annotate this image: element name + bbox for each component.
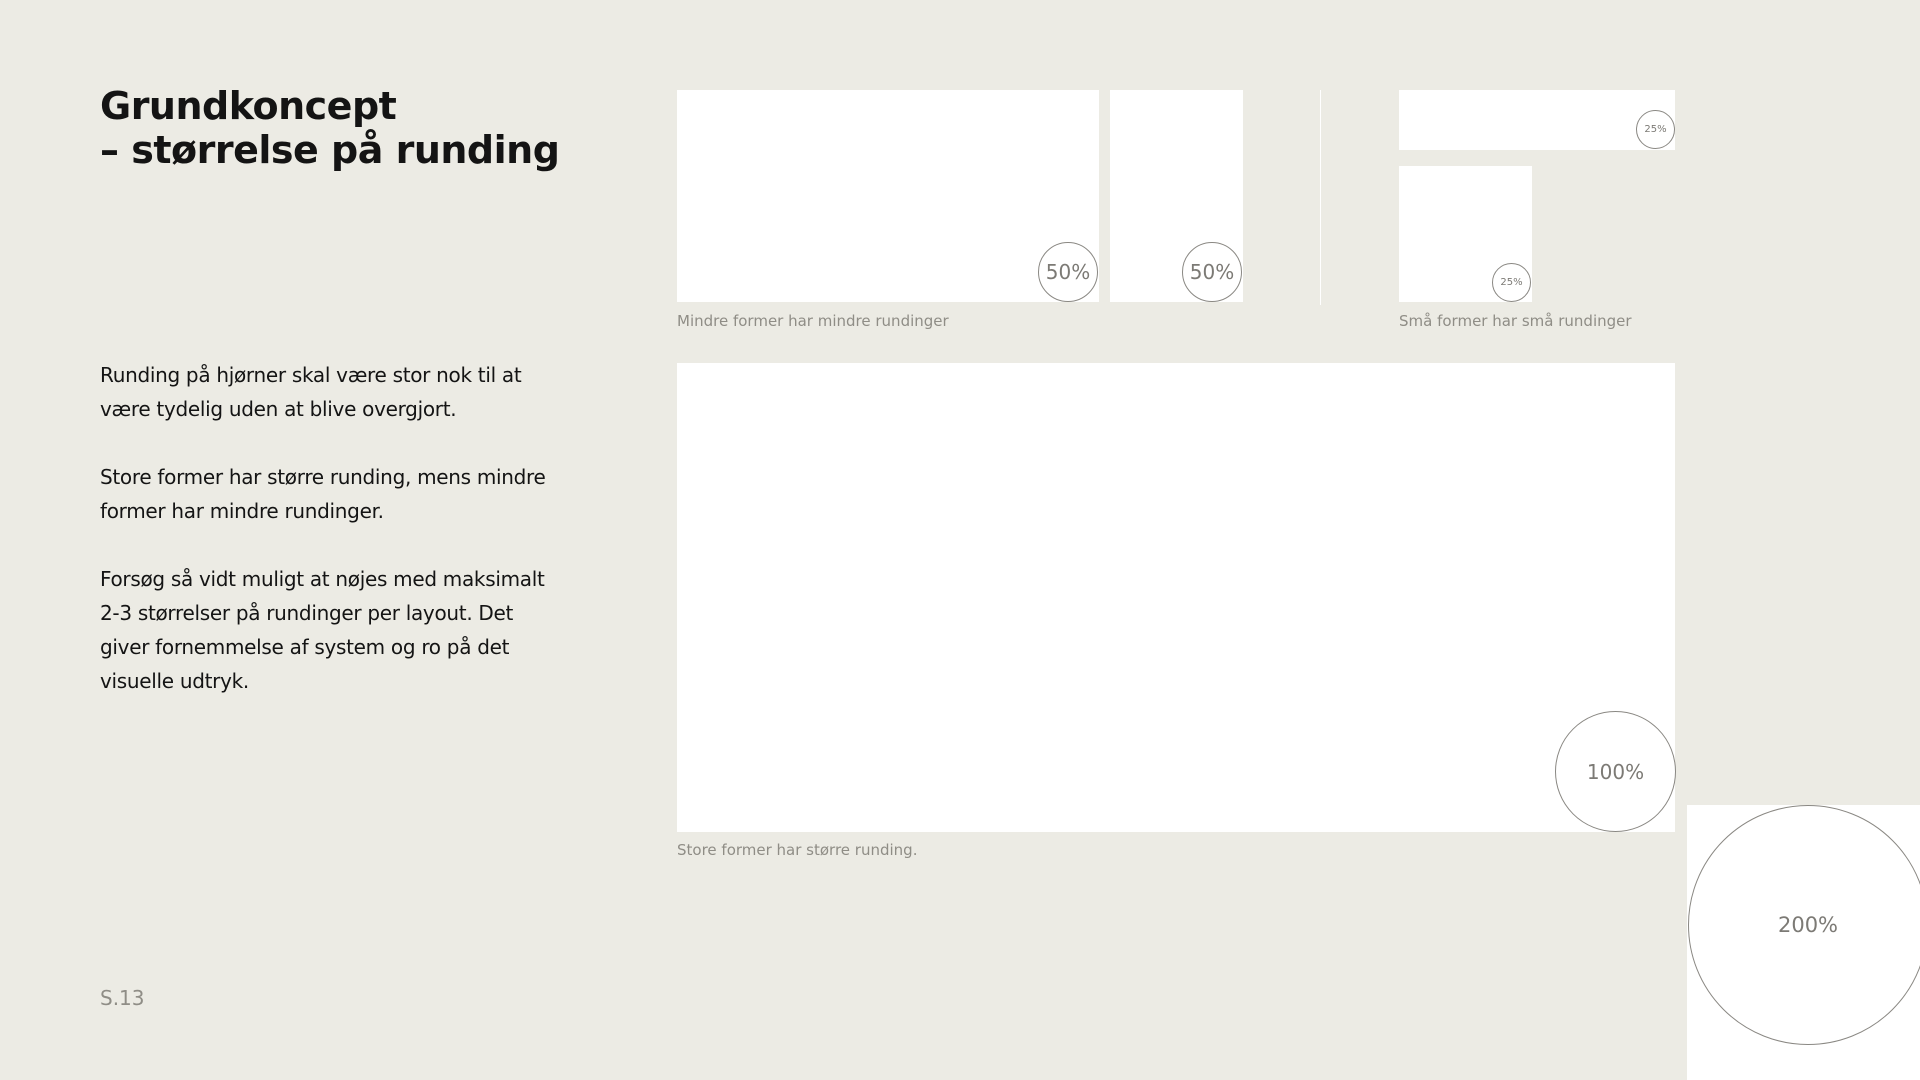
medium-wide-radius-marker: 50% [1038,242,1098,302]
medium-wide-card [677,90,1099,302]
large-caption: Store former har større runding. [677,841,918,859]
medium-narrow-radius-marker: 50% [1182,242,1242,302]
medium-caption: Mindre former har mindre rundinger [677,312,949,330]
medium-wide-radius-label: 50% [1045,260,1091,284]
page-title-line-1: Grundkoncept [100,84,397,128]
body-text: Runding på hjørner skal være stor nok ti… [100,358,560,732]
corner-radius-label: 200% [1777,913,1839,937]
small-wide-radius-label: 25% [1644,124,1667,135]
body-paragraph-2: Store former har større runding, mens mi… [100,465,546,523]
small-square-radius-marker: 25% [1492,263,1531,302]
large-radius-label: 100% [1586,759,1645,784]
large-card [677,363,1675,832]
body-paragraph-1: Runding på hjørner skal være stor nok ti… [100,363,522,421]
small-wide-card [1399,90,1675,150]
page-number: S.13 [100,986,145,1010]
body-paragraph-3: Forsøg så vidt muligt at nøjes med maksi… [100,567,545,693]
small-caption: Små former har små rundinger [1399,312,1632,330]
page-title-line-2: – størrelse på runding [100,128,560,172]
small-square-radius-label: 25% [1500,277,1523,288]
large-radius-marker: 100% [1555,711,1676,832]
medium-narrow-radius-label: 50% [1189,260,1235,284]
corner-radius-marker: 200% [1688,805,1920,1045]
small-wide-radius-marker: 25% [1636,110,1675,149]
section-divider [1320,90,1321,305]
page-title: Grundkoncept – størrelse på runding [100,84,560,172]
